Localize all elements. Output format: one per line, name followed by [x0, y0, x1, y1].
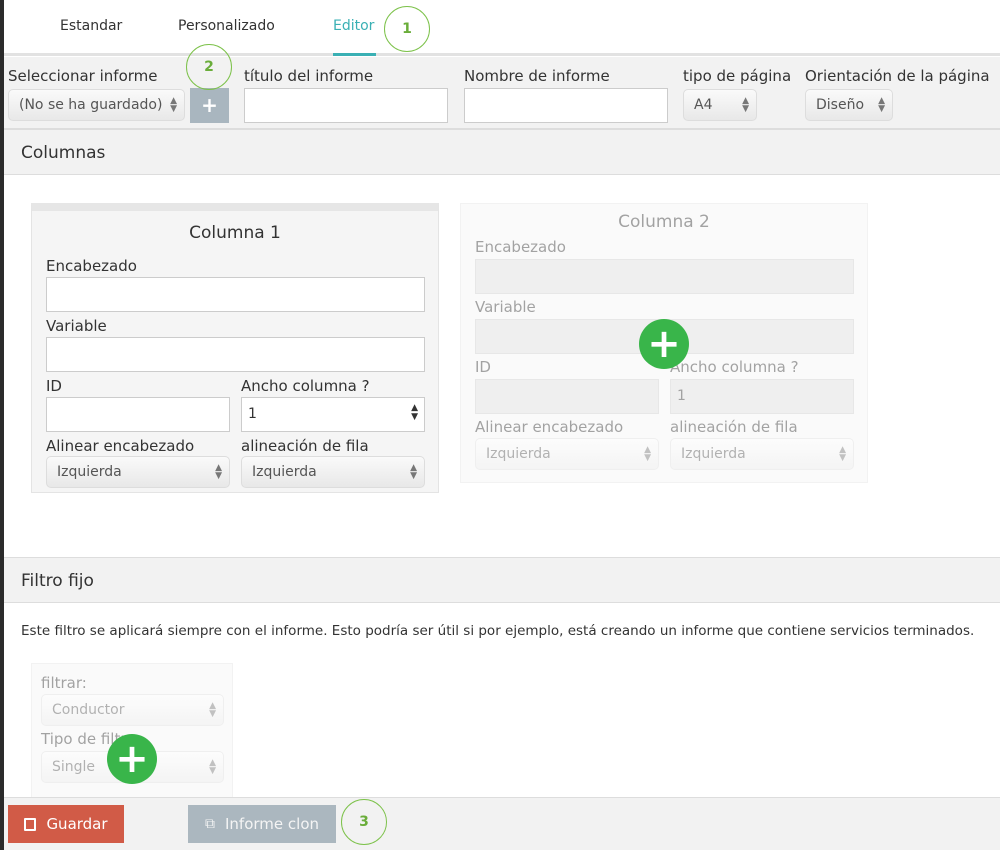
add-filter-plus-icon[interactable]: +: [107, 734, 157, 784]
filter-dropdown: Conductor ▲ ▼: [41, 694, 224, 726]
align-header-value: Izquierda: [57, 464, 122, 480]
column-card-1: Columna 1 Encabezado Variable ID Ancho c…: [31, 203, 439, 493]
filter-section-header: Filtro fijo: [4, 557, 1000, 603]
select-arrows-icon: ▲ ▼: [209, 701, 216, 719]
select-arrows-icon: ▲ ▼: [742, 96, 749, 114]
variable-label: Variable: [46, 317, 107, 335]
copy-icon: ⧉: [205, 816, 215, 832]
report-title-label: título del informe: [244, 67, 374, 85]
select-arrows-icon: ▲ ▼: [644, 445, 651, 463]
row-align-value: Izquierda: [252, 464, 317, 480]
select-arrows-icon: ▲ ▼: [209, 758, 216, 776]
header-input[interactable]: [46, 277, 425, 312]
column-width-stepper: 1: [670, 379, 854, 414]
id-input: [475, 379, 659, 414]
select-arrows-icon: ▲ ▼: [410, 463, 417, 481]
filter-value: Conductor: [52, 702, 125, 718]
page-type-label: tipo de página: [683, 67, 792, 85]
row-align-dropdown[interactable]: Izquierda ▲ ▼: [241, 456, 425, 488]
column-width-label: Ancho columna ?: [241, 377, 370, 395]
id-input[interactable]: [46, 397, 230, 432]
row-align-label: alineación de fila: [241, 437, 369, 455]
floppy-disk-icon: [24, 817, 37, 831]
footer-bar: [4, 797, 1000, 850]
save-button[interactable]: Guardar: [8, 805, 124, 843]
select-arrows-icon: ▲ ▼: [878, 96, 885, 114]
header-input: [475, 259, 854, 294]
variable-label: Variable: [475, 298, 536, 316]
align-header-dropdown: Izquierda ▲ ▼: [475, 438, 659, 470]
column-width-label: Ancho columna ?: [670, 358, 799, 376]
filter-type-value: Single: [52, 759, 96, 775]
clone-label: Informe clon: [225, 815, 319, 833]
filter-label: filtrar:: [41, 674, 87, 692]
align-header-label: Alinear encabezado: [46, 437, 195, 455]
select-report-label: Seleccionar informe: [8, 67, 158, 85]
select-arrows-icon: ▲ ▼: [839, 445, 846, 463]
tab-editor[interactable]: Editor: [333, 18, 374, 34]
tab-personalizado[interactable]: Personalizado: [178, 18, 275, 34]
report-name-label: Nombre de informe: [464, 67, 610, 85]
id-label: ID: [46, 377, 62, 395]
align-header-dropdown[interactable]: Izquierda ▲ ▼: [46, 456, 230, 488]
report-title-input[interactable]: [244, 88, 448, 123]
select-report-dropdown[interactable]: (No se ha guardado) ▲ ▼: [8, 89, 185, 121]
select-arrows-icon: ▲ ▼: [170, 96, 177, 114]
active-tab-indicator: [333, 53, 376, 56]
row-align-value: Izquierda: [681, 446, 746, 462]
align-header-value: Izquierda: [486, 446, 551, 462]
row-align-label: alineación de fila: [670, 418, 798, 436]
column-width-value: 1: [248, 406, 257, 422]
page-type-dropdown[interactable]: A4 ▲ ▼: [683, 89, 757, 121]
select-arrows-icon: ▲ ▼: [215, 463, 222, 481]
tab-estandar[interactable]: Estandar: [60, 18, 122, 34]
id-label: ID: [475, 358, 491, 376]
variable-input[interactable]: [46, 337, 425, 372]
columns-section-header: Columnas: [4, 129, 1000, 175]
tab-bar: Estandar Personalizado Editor: [4, 0, 1000, 56]
annotation-2: 2: [186, 44, 232, 90]
header-label: Encabezado: [46, 257, 137, 275]
annotation-3: 3: [341, 799, 387, 845]
column-title: Columna 1: [189, 223, 281, 243]
row-align-dropdown: Izquierda ▲ ▼: [670, 438, 854, 470]
report-name-input[interactable]: [464, 88, 668, 123]
filter-description: Este filtro se aplicará siempre con el i…: [21, 623, 975, 639]
column-width-value: 1: [677, 388, 686, 404]
orientation-label: Orientación de la página: [805, 67, 990, 85]
header-label: Encabezado: [475, 238, 566, 256]
column-title: Columna 2: [618, 212, 710, 232]
select-report-value: (No se ha guardado): [19, 97, 163, 113]
save-label: Guardar: [46, 815, 108, 833]
clone-report-button[interactable]: ⧉ Informe clon: [188, 805, 336, 843]
add-column-plus-icon[interactable]: +: [639, 319, 689, 369]
annotation-1: 1: [384, 6, 430, 52]
orientation-dropdown[interactable]: Diseño ▲ ▼: [805, 89, 893, 121]
column-width-stepper[interactable]: 1 ▲ ▼: [241, 397, 425, 432]
page-type-value: A4: [694, 97, 713, 113]
add-report-button[interactable]: +: [190, 88, 229, 123]
orientation-value: Diseño: [816, 97, 865, 113]
align-header-label: Alinear encabezado: [475, 418, 624, 436]
stepper-arrows-icon[interactable]: ▲ ▼: [411, 404, 418, 422]
